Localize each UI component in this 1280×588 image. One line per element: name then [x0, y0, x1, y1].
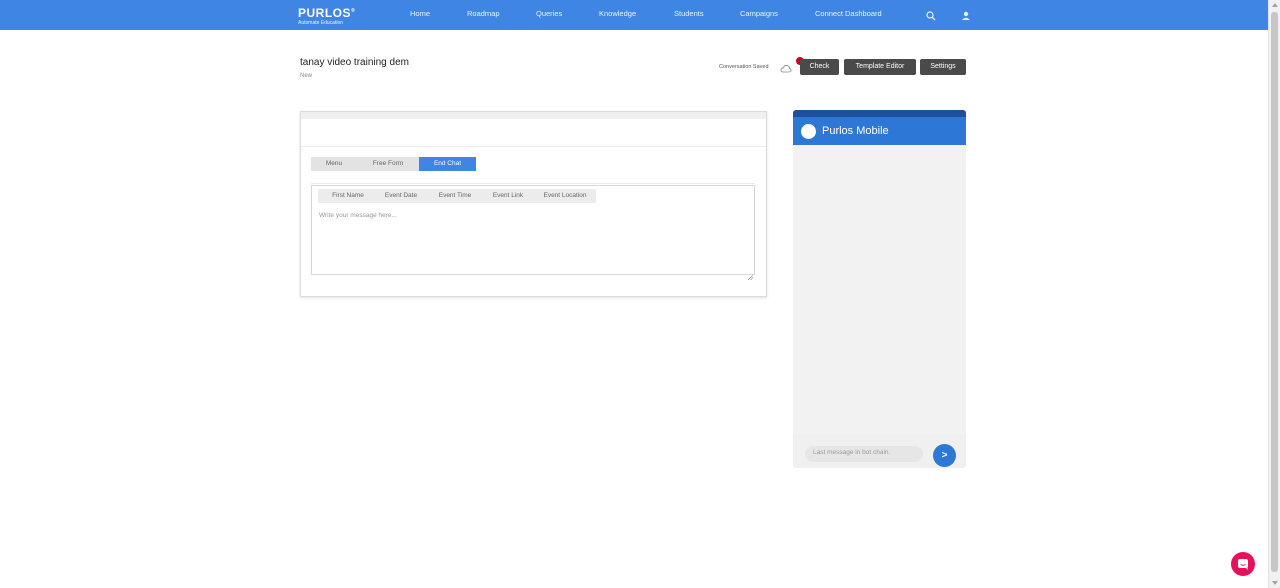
send-button[interactable]: >: [933, 444, 956, 467]
tab-menu[interactable]: Menu: [311, 157, 357, 171]
variable-toolbar: First Name Event Date Event Time Event L…: [318, 189, 596, 203]
nav-students[interactable]: Students: [674, 9, 704, 18]
page-scrollbar[interactable]: [1268, 0, 1280, 588]
mobile-title: Purlos Mobile: [822, 125, 889, 137]
scroll-thumb[interactable]: [1271, 12, 1278, 572]
conversation-title[interactable]: tanay video training dem: [300, 57, 422, 68]
mobile-header: Purlos Mobile: [793, 117, 966, 145]
nav-connect-dashboard[interactable]: Connect Dashboard: [815, 9, 882, 18]
check-button[interactable]: Check: [800, 59, 839, 75]
scroll-down-arrow-icon[interactable]: [1272, 581, 1278, 585]
template-editor-button[interactable]: Template Editor: [844, 59, 916, 75]
nav-home[interactable]: Home: [410, 9, 430, 18]
editor-divider: [301, 146, 766, 147]
chat-icon: [1238, 559, 1248, 570]
tabs-underline: [311, 183, 755, 184]
user-icon[interactable]: [960, 9, 972, 21]
variable-event-date[interactable]: Event Date: [374, 189, 428, 203]
chat-widget-button[interactable]: [1231, 552, 1255, 576]
conversation-saved-text: Conversation Saved: [719, 64, 769, 70]
mobile-avatar: [801, 124, 816, 139]
nav-queries[interactable]: Queries: [536, 9, 562, 18]
nav-campaigns[interactable]: Campaigns: [740, 9, 778, 18]
mobile-status-bar: [793, 110, 966, 117]
nav-knowledge[interactable]: Knowledge: [599, 9, 636, 18]
scroll-up-arrow-icon[interactable]: [1272, 3, 1278, 7]
editor-top-strip: [301, 112, 766, 119]
message-editor-card: Menu Free Form End Chat First Name Event…: [300, 111, 767, 297]
mobile-input-text: Last message in bot chain.: [813, 449, 891, 456]
variable-event-link[interactable]: Event Link: [482, 189, 534, 203]
brand-tagline: Automate Education: [298, 20, 344, 26]
variable-event-location[interactable]: Event Location: [534, 189, 596, 203]
resize-handle-icon[interactable]: [747, 267, 754, 281]
conversation-status: New: [300, 73, 313, 79]
brand-mark: ®: [351, 8, 356, 14]
purlos-logo[interactable]: PURLOS® Automate Education: [298, 5, 356, 27]
tab-end-chat[interactable]: End Chat: [419, 157, 476, 171]
settings-button[interactable]: Settings: [920, 59, 966, 75]
tab-free-form[interactable]: Free Form: [357, 157, 419, 171]
message-input[interactable]: First Name Event Date Event Time Event L…: [311, 185, 755, 281]
mobile-preview: Purlos Mobile Last message in bot chain.…: [793, 110, 966, 468]
message-placeholder: Write your message here...: [319, 212, 397, 219]
variable-first-name[interactable]: First Name: [322, 189, 374, 203]
brand-name: PURLOS: [298, 6, 352, 20]
mobile-message-input[interactable]: Last message in bot chain.: [805, 446, 923, 462]
nav-roadmap[interactable]: Roadmap: [467, 9, 500, 18]
variable-event-time[interactable]: Event Time: [428, 189, 482, 203]
cloud-saved-icon: [780, 61, 792, 73]
search-icon[interactable]: [925, 9, 937, 21]
mobile-chat-body: [793, 145, 966, 435]
top-navbar: PURLOS® Automate Education Home Roadmap …: [0, 0, 1268, 30]
